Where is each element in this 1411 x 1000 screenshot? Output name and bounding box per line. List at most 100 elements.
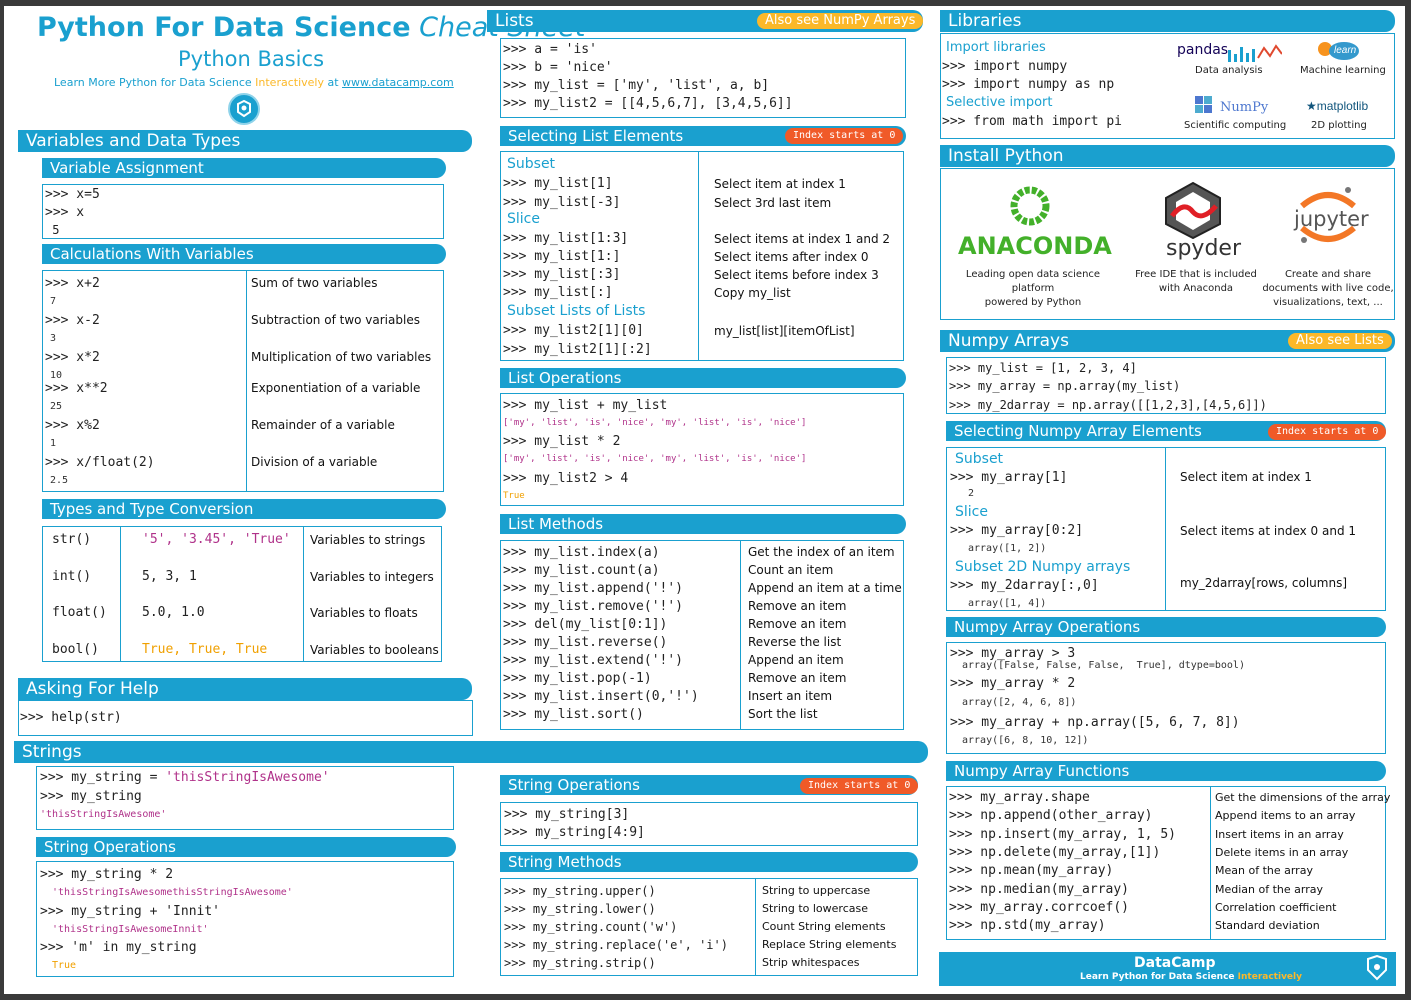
code-line: >>> my_array + np.array([5, 6, 7, 8]) [950, 715, 1240, 730]
description: Remainder of a variable [251, 418, 395, 432]
code-output: 'thisStringIsAwesomeInnit' [52, 924, 209, 935]
section-header-variables: Variables and Data Types [18, 130, 472, 152]
subheader-list-operations: List Operations [500, 368, 906, 388]
code-line: >>> my_list[1:] [503, 249, 621, 264]
description: Get the dimensions of the array [1215, 791, 1391, 804]
code-line: >>> x/float(2) [45, 455, 155, 470]
code-line: >>> my_list2[1][:2] [503, 342, 652, 357]
install-desc: Free IDE that is included with Anaconda [1135, 269, 1257, 294]
code-line: >>> my_array * 2 [950, 676, 1076, 691]
description: Count String elements [762, 920, 886, 933]
code-line: >>> my_array.shape [949, 790, 1090, 805]
label-selective: Selective import [946, 95, 1053, 110]
code-line: >>> x [45, 205, 85, 220]
see-lists-badge: Also see Lists [1288, 333, 1392, 349]
datacamp-link[interactable]: www.datacamp.com [342, 76, 454, 89]
code-line: >>> my_list.remove('!') [503, 599, 684, 614]
description: Select item at index 1 [714, 177, 846, 191]
code-line: >>> x**2 [45, 381, 108, 396]
column-divider [698, 151, 699, 361]
label-slice: Slice [507, 211, 540, 227]
subheader-list-methods: List Methods [500, 514, 906, 534]
code-line: >>> my_list.count(a) [503, 563, 660, 578]
code-line: >>> help(str) [20, 710, 122, 725]
code-line: >>> my_string.strip() [504, 956, 656, 970]
description: Delete items in an array [1215, 845, 1349, 859]
code-output: 10 [50, 370, 63, 381]
code-line: >>> np.insert(my_array, 1, 5) [949, 826, 1176, 842]
code-output: 7 [50, 296, 57, 307]
column-divider [120, 526, 121, 662]
index-badge: Index starts at 0 [785, 128, 904, 144]
subheader-calculations: Calculations With Variables [42, 244, 446, 264]
code-line: >>> my_2darray[:,0] [950, 578, 1099, 593]
description: Standard deviation [1215, 919, 1320, 933]
code-line: >>> my_string.upper() [504, 884, 656, 898]
lib-desc: Scientific computing [1184, 120, 1287, 131]
description: my_2darray[rows, columns] [1180, 576, 1348, 590]
code-line: >>> my_list[1] [503, 176, 613, 191]
code-line: >>> my_array.corrcoef() [949, 899, 1130, 915]
label-subset-lists: Subset Lists of Lists [507, 303, 646, 319]
description: Insert items in an array [1215, 827, 1344, 841]
description: Append an item at a time [748, 581, 902, 595]
code-line: >>> my_list.extend('!') [503, 653, 684, 668]
code-line: >>> my_list + my_list [503, 398, 668, 413]
datacamp-logo-icon [228, 93, 260, 125]
code-output: ['my', 'list', 'is', 'nice', 'my', 'list… [503, 454, 807, 464]
description: Select item at index 1 [1180, 470, 1312, 484]
code-line: >>> my_list.insert(0,'!') [503, 689, 699, 704]
description: Count an item [748, 563, 834, 577]
numpy-cube-icon [1193, 94, 1217, 114]
description: Mean of the array [1215, 864, 1313, 878]
section-header-libraries: Libraries [940, 10, 1395, 32]
column-divider [740, 540, 741, 730]
code-line: >>> x-2 [45, 313, 100, 328]
anaconda-logo: ANACONDA [958, 232, 1112, 260]
lib-desc: 2D plotting [1311, 120, 1367, 131]
subheader-string-operations: String Operations [36, 837, 456, 857]
code-line: >>> import numpy [942, 59, 1068, 74]
code-value: 5.0, 1.0 [142, 605, 205, 620]
code-line: >>> my_list2 > 4 [503, 471, 629, 486]
code-line: >>> import numpy as np [942, 77, 1115, 92]
code-line: >>> np.median(my_array) [949, 881, 1130, 897]
code-output: 'thisStringIsAwesome' [40, 809, 167, 820]
section-header-install: Install Python [940, 145, 1395, 167]
see-numpy-badge: Also see NumPy Arrays [757, 13, 924, 29]
code-line: >>> x+2 [45, 276, 100, 291]
code-line: >>> np.mean(my_array) [949, 863, 1114, 879]
code-line: >>> np.std(my_array) [949, 918, 1106, 934]
description: Append items to an array [1215, 809, 1356, 823]
subheader-string-methods: String Methods [500, 852, 918, 872]
code-line: >>> a = 'is' [503, 42, 597, 57]
column-divider [755, 878, 756, 976]
code-value: '5', '3.45', 'True' [142, 532, 291, 547]
description: String to uppercase [762, 884, 871, 897]
code-line: >>> np.delete(my_array,[1]) [949, 844, 1161, 860]
spyder-logo: spyder [1166, 236, 1241, 261]
code-output: array([6, 8, 10, 12]) [962, 735, 1089, 746]
anaconda-ring-icon [1008, 184, 1052, 228]
code-line: >>> my_list.sort() [503, 707, 644, 722]
code-line: >>> my_array > 3 [950, 646, 1076, 661]
code-line: >>> my_list[1:3] [503, 231, 629, 246]
code-line: >>> my_string + 'Innit' [40, 904, 221, 919]
code-output: 1 [50, 438, 57, 449]
description: Remove an item [748, 599, 847, 613]
column-divider [1210, 786, 1211, 940]
code-output: 2 [968, 488, 975, 499]
code-line: >>> my_array = np.array(my_list) [949, 379, 1181, 393]
datacamp-shield-icon [1366, 954, 1388, 981]
subheader-numpy-operations: Numpy Array Operations [946, 617, 1386, 637]
code-line: float() [52, 605, 107, 620]
lib-desc: Machine learning [1300, 65, 1386, 76]
description: Get the index of an item [748, 545, 895, 559]
page-subtitle: Python Basics [178, 47, 325, 71]
description: Exponentiation of a variable [251, 381, 421, 395]
code-output: 3 [50, 333, 57, 344]
code-line: >>> my_list[:3] [503, 267, 621, 282]
description: Multiplication of two variables [251, 350, 432, 364]
subheader-numpy-functions: Numpy Array Functions [946, 761, 1386, 781]
description: Select items at index 1 and 2 [714, 232, 891, 246]
